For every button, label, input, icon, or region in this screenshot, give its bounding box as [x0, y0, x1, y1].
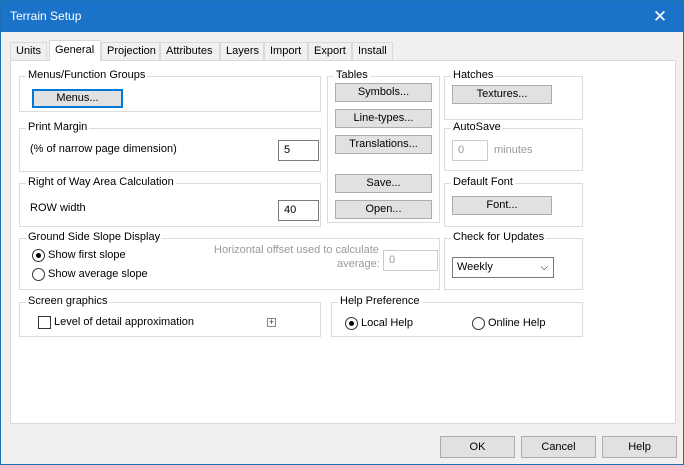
- level-of-detail-label: Level of detail approximation: [54, 316, 195, 328]
- ground-slope-label: Ground Side Slope Display: [26, 231, 163, 243]
- line-types-button[interactable]: Line-types...: [335, 109, 432, 128]
- chevron-down-icon: ⌵: [540, 262, 548, 273]
- offset-input[interactable]: 0: [383, 250, 438, 271]
- autosave-label: AutoSave: [451, 121, 503, 133]
- save-button[interactable]: Save...: [335, 174, 432, 193]
- print-margin-label: Print Margin: [26, 121, 90, 133]
- tables-label: Tables: [334, 69, 370, 81]
- translations-button[interactable]: Translations...: [335, 135, 432, 154]
- tab-projection[interactable]: Projection: [101, 42, 160, 60]
- updates-label: Check for Updates: [451, 231, 547, 243]
- local-help-radio[interactable]: [345, 317, 358, 330]
- print-margin-group: Print Margin (% of narrow page dimension…: [19, 121, 321, 172]
- title-bar: Terrain Setup ✕: [1, 1, 683, 32]
- default-font-group: Default Font Font...: [444, 176, 583, 227]
- tab-import[interactable]: Import: [264, 42, 308, 60]
- autosave-group: AutoSave 0 minutes: [444, 121, 583, 171]
- local-help-label: Local Help: [361, 317, 413, 329]
- ground-slope-group: Ground Side Slope Display Show first slo…: [19, 231, 440, 290]
- show-first-slope-radio[interactable]: [32, 249, 45, 262]
- tab-units[interactable]: Units: [10, 42, 47, 60]
- hatches-label: Hatches: [451, 69, 496, 81]
- autosave-unit: minutes: [494, 144, 533, 156]
- screen-graphics-group: Screen graphics Level of detail approxim…: [19, 295, 321, 337]
- updates-group: Check for Updates Weekly ⌵: [444, 231, 583, 290]
- expand-icon[interactable]: +: [267, 318, 276, 327]
- menus-group-label: Menus/Function Groups: [26, 69, 148, 81]
- show-first-slope-label: Show first slope: [48, 249, 126, 261]
- autosave-input[interactable]: 0: [452, 140, 488, 161]
- help-button[interactable]: Help: [602, 436, 677, 458]
- online-help-radio[interactable]: [472, 317, 485, 330]
- screen-graphics-label: Screen graphics: [26, 295, 110, 307]
- print-margin-input[interactable]: 5: [278, 140, 319, 161]
- tab-general[interactable]: General: [49, 40, 101, 61]
- tables-group: Tables Symbols... Line-types... Translat…: [327, 69, 440, 223]
- tab-attributes[interactable]: Attributes: [160, 42, 220, 60]
- updates-frequency-select[interactable]: Weekly ⌵: [452, 257, 554, 278]
- level-of-detail-checkbox[interactable]: [38, 316, 51, 329]
- offset-label-line1: Horizontal offset used to calculate: [214, 244, 379, 256]
- row-width-input[interactable]: 40: [278, 200, 319, 221]
- updates-selected-value: Weekly: [457, 261, 493, 273]
- show-average-slope-label: Show average slope: [48, 268, 148, 280]
- tab-layers[interactable]: Layers: [220, 42, 264, 60]
- menus-group: Menus/Function Groups Menus...: [19, 69, 321, 112]
- help-pref-label: Help Preference: [338, 295, 422, 307]
- textures-button[interactable]: Textures...: [452, 85, 552, 104]
- print-margin-description: (% of narrow page dimension): [30, 143, 177, 155]
- window-title: Terrain Setup: [10, 9, 82, 23]
- row-area-label: Right of Way Area Calculation: [26, 176, 176, 188]
- general-tab-panel: Menus/Function Groups Menus... Print Mar…: [10, 60, 676, 424]
- terrain-setup-dialog: Terrain Setup ✕ Units General Projection…: [0, 0, 684, 465]
- ok-button[interactable]: OK: [440, 436, 515, 458]
- tab-export[interactable]: Export: [308, 42, 352, 60]
- help-pref-group: Help Preference Local Help Online Help: [331, 295, 583, 337]
- offset-label-line2: average:: [337, 258, 380, 270]
- open-button[interactable]: Open...: [335, 200, 432, 219]
- default-font-label: Default Font: [451, 176, 515, 188]
- close-icon[interactable]: ✕: [637, 1, 683, 32]
- show-average-slope-radio[interactable]: [32, 268, 45, 281]
- symbols-button[interactable]: Symbols...: [335, 83, 432, 102]
- font-button[interactable]: Font...: [452, 196, 552, 215]
- row-area-group: Right of Way Area Calculation ROW width …: [19, 176, 321, 227]
- online-help-label: Online Help: [488, 317, 546, 329]
- menus-button[interactable]: Menus...: [32, 89, 123, 108]
- hatches-group: Hatches Textures...: [444, 69, 583, 120]
- tab-install[interactable]: Install: [352, 42, 393, 60]
- cancel-button[interactable]: Cancel: [521, 436, 596, 458]
- row-width-label: ROW width: [30, 202, 86, 214]
